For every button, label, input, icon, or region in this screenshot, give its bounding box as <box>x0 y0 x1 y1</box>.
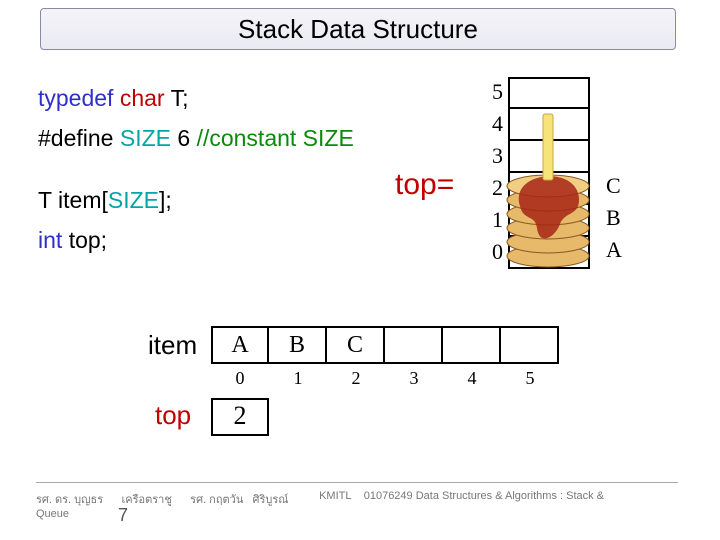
footer-author: รศ. ดร. บุญธร <box>36 490 103 508</box>
footer-row: รศ. ดร. บุญธร เครือตราชู รศ. กฤตวัน ศิริ… <box>36 490 678 508</box>
array-cell <box>443 326 501 364</box>
stack-cell <box>508 205 590 237</box>
footer-divider <box>36 482 678 483</box>
stack-index-column: 5 4 3 2 1 0 <box>483 76 503 268</box>
array-index: 4 <box>443 368 501 389</box>
footer-author: ศิริบูรณ์ <box>253 490 289 508</box>
array-index: 2 <box>327 368 385 389</box>
item-array-indices: 0 1 2 3 4 5 <box>211 368 559 389</box>
code-line-2: #define SIZE 6 //constant SIZE <box>38 118 354 158</box>
code-line-1: typedef char T; <box>38 78 354 118</box>
array-cell <box>385 326 443 364</box>
footer-author: รศ. กฤตวัน <box>190 490 243 508</box>
array-index: 1 <box>269 368 327 389</box>
code-token: top; <box>69 227 107 253</box>
array-index: 3 <box>385 368 443 389</box>
kw-typedef: typedef <box>38 85 120 111</box>
code-line-4: int top; <box>38 220 354 260</box>
array-index: 5 <box>501 368 559 389</box>
stack-value: B <box>606 205 621 231</box>
top-pointer-label: top= <box>395 168 454 202</box>
code-block: typedef char T; #define SIZE 6 //constan… <box>38 78 354 260</box>
code-token: 6 <box>177 125 196 151</box>
stack-cell <box>508 77 590 109</box>
stack-cell <box>508 109 590 141</box>
kw-char: char <box>120 85 171 111</box>
spacer <box>38 158 354 180</box>
code-comment: //constant SIZE <box>197 125 354 151</box>
item-array: A B C <box>211 326 559 364</box>
array-cell: B <box>269 326 327 364</box>
array-cell: C <box>327 326 385 364</box>
code-token: T; <box>171 85 189 111</box>
footer-center: KMITL <box>319 490 351 508</box>
stack-index: 0 <box>483 236 503 268</box>
stack-value: C <box>606 173 621 199</box>
stack-index: 1 <box>483 204 503 236</box>
code-line-3: T item[SIZE]; <box>38 180 354 220</box>
top-variable-value: 2 <box>211 398 269 436</box>
footer-course: 01076249 Data Structures & Algorithms : … <box>364 490 604 508</box>
stack-cell <box>508 141 590 173</box>
item-array-label: item <box>148 330 197 361</box>
stack-value: A <box>606 237 622 263</box>
kw-int: int <box>38 227 69 253</box>
array-cell: A <box>211 326 269 364</box>
code-token: ]; <box>159 187 172 213</box>
top-variable-label: top <box>155 400 191 431</box>
stack-index: 2 <box>483 172 503 204</box>
slide-number: 7 <box>118 505 128 526</box>
stack-boxes <box>508 77 590 269</box>
stack-cell <box>508 173 590 205</box>
array-index: 0 <box>211 368 269 389</box>
footer-row-2: Queue <box>36 508 69 520</box>
stack-index: 4 <box>483 108 503 140</box>
code-token: #define <box>38 125 120 151</box>
code-token: T item[ <box>38 187 108 213</box>
stack-index: 3 <box>483 140 503 172</box>
stack-index: 5 <box>483 76 503 108</box>
stack-cell <box>508 237 590 269</box>
footer-author: เครือตราชู <box>122 490 172 508</box>
code-token-size: SIZE <box>120 125 178 151</box>
array-cell <box>501 326 559 364</box>
slide-title: Stack Data Structure <box>40 8 676 50</box>
code-token-size: SIZE <box>108 187 159 213</box>
